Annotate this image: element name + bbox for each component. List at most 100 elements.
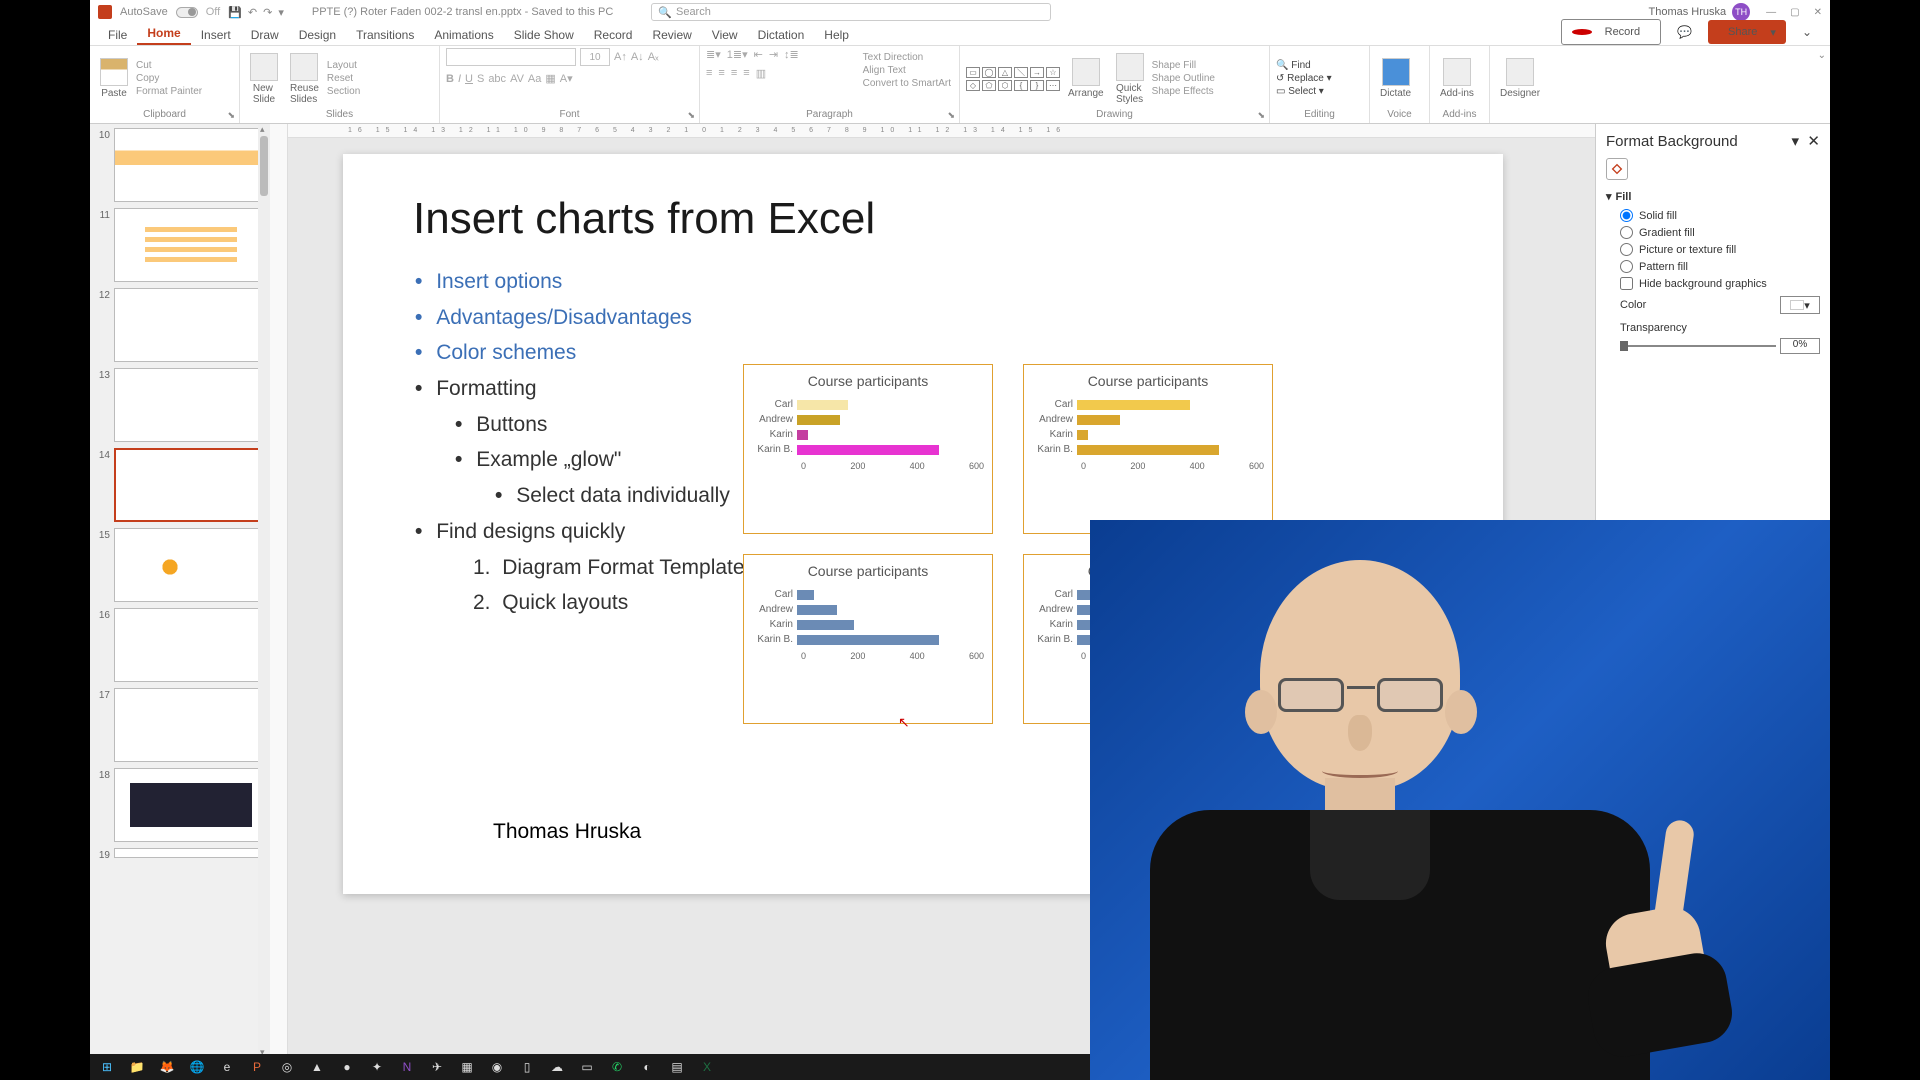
select-button[interactable]: ▭ Select ▾ (1276, 86, 1332, 97)
tab-draw[interactable]: Draw (241, 25, 289, 45)
section-button[interactable]: Section (327, 86, 360, 97)
radio-picture-fill[interactable]: Picture or texture fill (1606, 241, 1820, 258)
paste-button[interactable]: Paste (96, 56, 132, 101)
tab-design[interactable]: Design (289, 25, 346, 45)
tab-transitions[interactable]: Transitions (346, 25, 424, 45)
cut-button[interactable]: Cut (136, 60, 202, 71)
font-dialog-icon[interactable]: ⬊ (687, 110, 695, 121)
comments-icon[interactable]: 💬 (1667, 22, 1702, 42)
indent-dec-button[interactable]: ⇤ (754, 48, 763, 61)
taskbar-app4-icon[interactable]: ▦ (454, 1056, 480, 1078)
font-color-button[interactable]: A▾ (560, 72, 573, 85)
increase-font-icon[interactable]: A↑ (614, 51, 627, 63)
thumb-15[interactable] (114, 528, 268, 602)
taskbar-edge-icon[interactable]: e (214, 1056, 240, 1078)
italic-button[interactable]: I (458, 73, 461, 85)
shape-outline-button[interactable]: Shape Outline (1152, 73, 1215, 84)
tab-record[interactable]: Record (584, 25, 643, 45)
thumb-18[interactable] (114, 768, 268, 842)
smartart-button[interactable]: Convert to SmartArt (863, 78, 951, 89)
taskbar-app2-icon[interactable]: ● (334, 1056, 360, 1078)
radio-solid-fill[interactable]: Solid fill (1606, 207, 1820, 224)
undo-icon[interactable]: ↶ (248, 6, 257, 19)
arrange-button[interactable]: Arrange (1064, 56, 1108, 101)
thumbs-scrollbar[interactable]: ▴ ▾ (258, 124, 270, 1058)
font-size-input[interactable]: 10 (580, 48, 610, 66)
thumb-12[interactable] (114, 288, 268, 362)
transparency-slider[interactable] (1620, 345, 1776, 347)
thumb-10[interactable] (114, 128, 268, 202)
transparency-value[interactable]: 0% (1780, 338, 1820, 354)
taskbar-vlc-icon[interactable]: ▲ (304, 1056, 330, 1078)
thumb-13[interactable] (114, 368, 268, 442)
justify-button[interactable]: ≡ (743, 67, 749, 80)
shape-fill-button[interactable]: Shape Fill (1152, 60, 1215, 71)
fill-tab-icon[interactable] (1606, 158, 1628, 180)
taskbar-whatsapp-icon[interactable]: ✆ (604, 1056, 630, 1078)
text-direction-button[interactable]: Text Direction (863, 52, 951, 63)
taskbar-chrome-icon[interactable]: 🌐 (184, 1056, 210, 1078)
paragraph-dialog-icon[interactable]: ⬊ (947, 110, 955, 121)
align-left-button[interactable]: ≡ (706, 67, 712, 80)
new-slide-button[interactable]: New Slide (246, 51, 282, 107)
search-input[interactable]: 🔍 Search (651, 3, 1051, 21)
clipboard-dialog-icon[interactable]: ⬊ (227, 110, 235, 121)
find-button[interactable]: 🔍 Find (1276, 60, 1332, 71)
dictate-button[interactable]: Dictate (1376, 56, 1415, 101)
taskbar-app8-icon[interactable]: ▤ (664, 1056, 690, 1078)
chart-2[interactable]: Course participantsCarlAndrewKarinKarin … (1023, 364, 1273, 534)
shapes-gallery[interactable]: ▭◯△＼→☆ ◇⬠⬡{}⋯ (966, 67, 1060, 91)
tab-home[interactable]: Home (137, 23, 190, 45)
slide-thumbnails[interactable]: 10 11 12 13 14 15 16 17 18 19 ▴ ▾ (90, 124, 270, 1058)
thumb-14[interactable] (114, 448, 268, 522)
drawing-dialog-icon[interactable]: ⬊ (1257, 110, 1265, 121)
maximize-icon[interactable]: ▢ (1790, 7, 1799, 18)
columns-button[interactable]: ▥ (756, 67, 766, 80)
save-icon[interactable]: 💾 (228, 6, 242, 19)
taskbar-doc-icon[interactable]: ▯ (514, 1056, 540, 1078)
taskbar-excel-icon[interactable]: X (694, 1056, 720, 1078)
designer-button[interactable]: Designer (1496, 56, 1544, 101)
align-text-button[interactable]: Align Text (863, 65, 951, 76)
highlight-button[interactable]: ▦ (545, 72, 555, 85)
quick-styles-button[interactable]: Quick Styles (1112, 51, 1148, 107)
taskbar-app6-icon[interactable]: ▭ (574, 1056, 600, 1078)
taskbar-app7-icon[interactable]: ◐ (634, 1056, 660, 1078)
close-ic-window[interactable]: ✕ (1814, 7, 1822, 18)
redo-icon[interactable]: ↷ (263, 6, 272, 19)
line-spacing-button[interactable]: ↕≣ (784, 48, 799, 61)
scroll-up-icon[interactable]: ▴ (260, 124, 265, 135)
panel-options-icon[interactable]: ▾ (1792, 133, 1800, 150)
thumb-17[interactable] (114, 688, 268, 762)
check-hide-graphics[interactable]: Hide background graphics (1606, 275, 1820, 292)
shadow-button[interactable]: abc (488, 73, 506, 85)
taskbar-obs-icon[interactable]: ◉ (484, 1056, 510, 1078)
replace-button[interactable]: ↺ Replace ▾ (1276, 73, 1332, 84)
tab-file[interactable]: File (98, 25, 137, 45)
font-family-input[interactable] (446, 48, 576, 66)
autosave-toggle[interactable] (176, 7, 198, 18)
start-icon[interactable]: ⊞ (94, 1056, 120, 1078)
strike-button[interactable]: S (477, 73, 484, 85)
taskbar-app3-icon[interactable]: ✦ (364, 1056, 390, 1078)
qat-more-icon[interactable]: ▾ (278, 6, 284, 19)
shape-effects-button[interactable]: Shape Effects (1152, 86, 1215, 97)
taskbar-app5-icon[interactable]: ☁ (544, 1056, 570, 1078)
taskbar-firefox-icon[interactable]: 🦊 (154, 1056, 180, 1078)
bold-button[interactable]: B (446, 73, 454, 85)
case-button[interactable]: Aa (528, 73, 541, 85)
tab-dictation[interactable]: Dictation (748, 25, 815, 45)
align-center-button[interactable]: ≡ (718, 67, 724, 80)
copy-button[interactable]: Copy (136, 73, 202, 84)
scroll-handle[interactable] (260, 136, 268, 196)
taskbar-app-icon[interactable]: ◎ (274, 1056, 300, 1078)
taskbar[interactable]: ⊞ 📁 🦊 🌐 e P ◎ ▲ ● ✦ N ✈ ▦ ◉ ▯ ☁ ▭ ✆ ◐ ▤ … (90, 1054, 1110, 1080)
spacing-button[interactable]: AV (510, 73, 524, 85)
addins-button[interactable]: Add-ins (1436, 56, 1478, 101)
minimize-icon[interactable]: — (1766, 7, 1776, 18)
tab-view[interactable]: View (702, 25, 748, 45)
taskbar-telegram-icon[interactable]: ✈ (424, 1056, 450, 1078)
chart-3[interactable]: Course participantsCarlAndrewKarinKarin … (743, 554, 993, 724)
underline-button[interactable]: U (465, 73, 473, 85)
reset-button[interactable]: Reset (327, 73, 360, 84)
